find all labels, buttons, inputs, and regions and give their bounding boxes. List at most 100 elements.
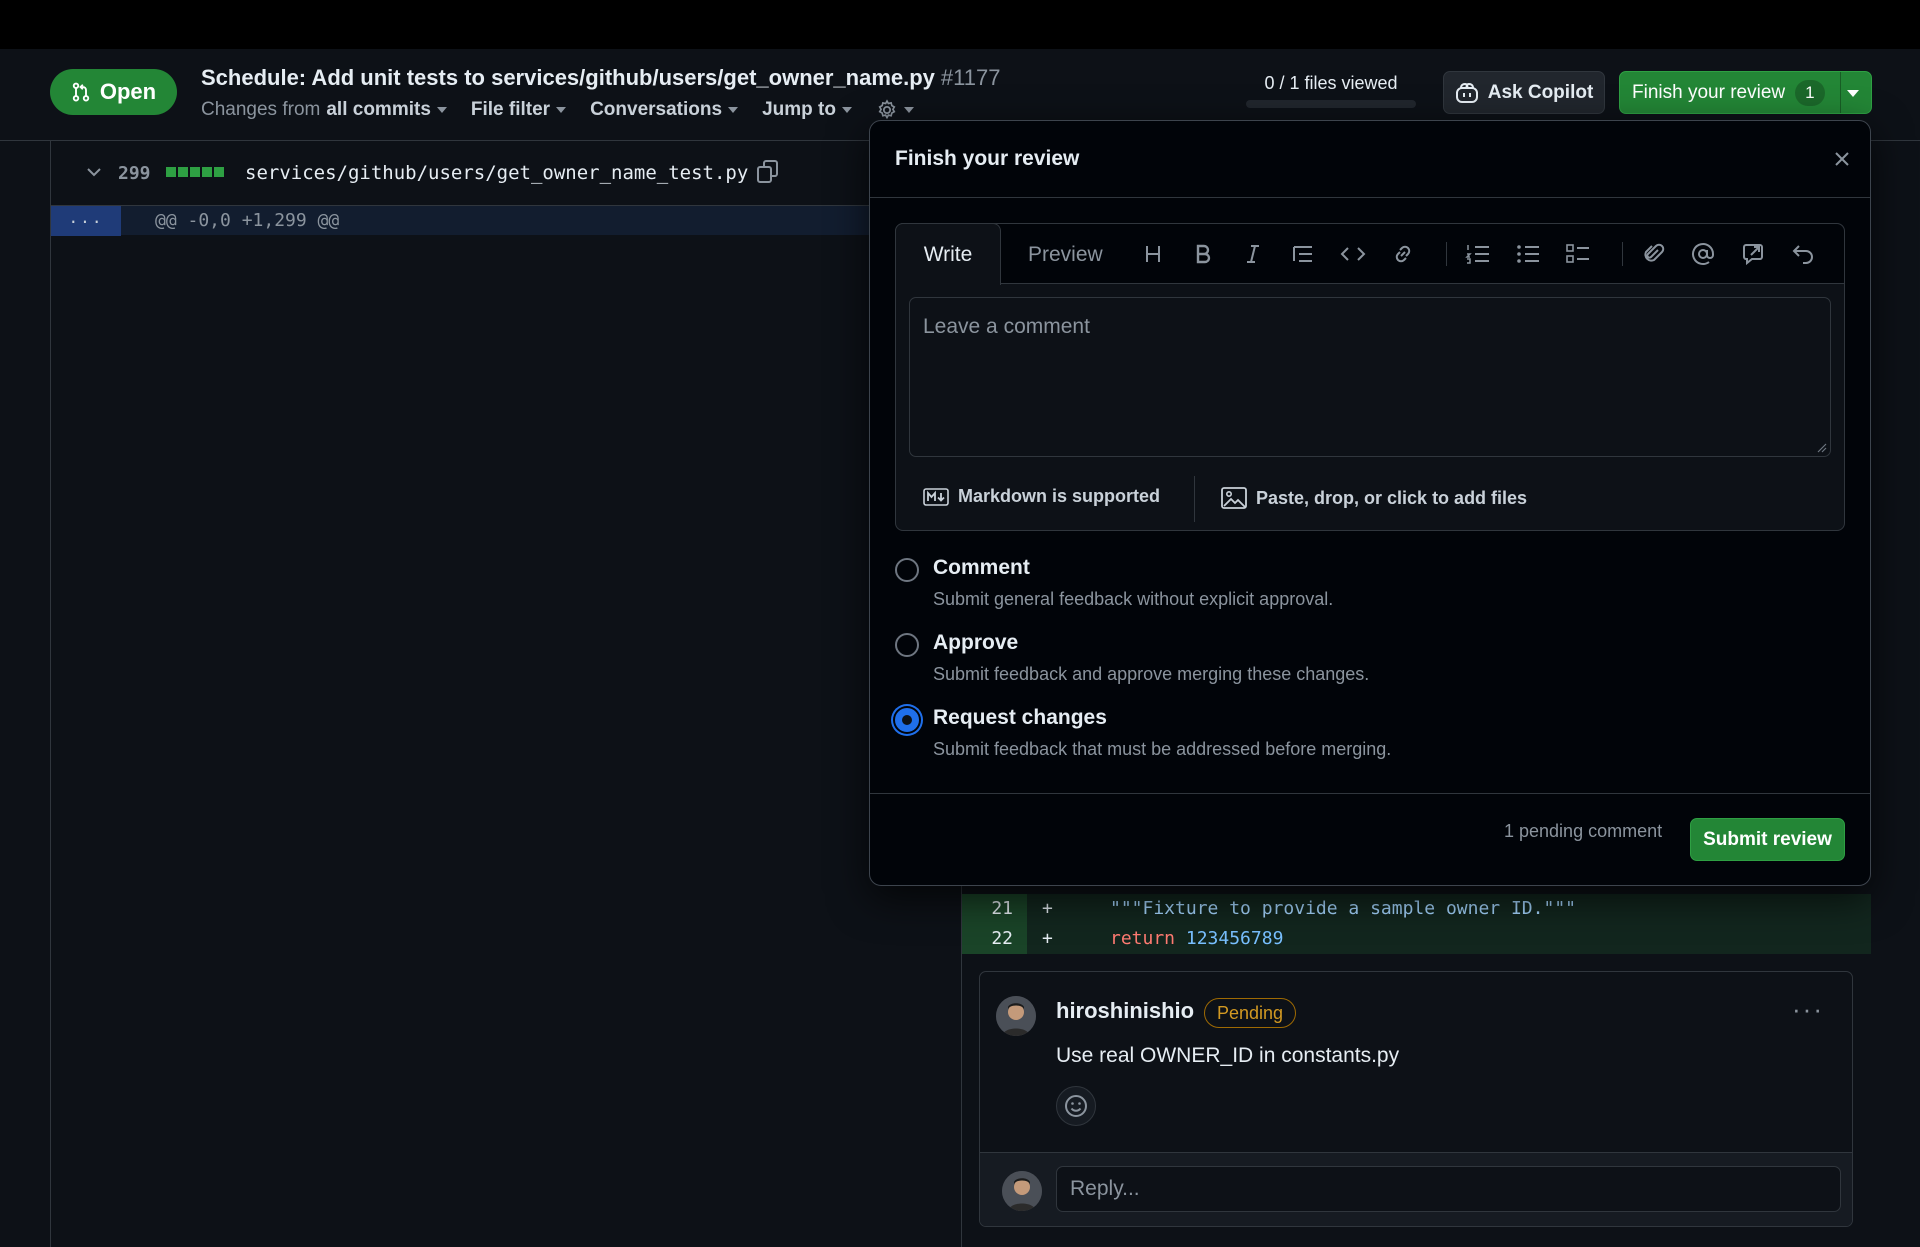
caret-down-icon [436,107,447,113]
pr-number[interactable]: #1177 [941,65,1001,90]
mention-icon[interactable] [1687,238,1719,270]
changed-line-count: 299 [118,163,151,184]
tab-preview[interactable]: Preview [1028,243,1103,267]
button-divider [1840,72,1841,113]
option-label: Approve [933,631,1019,654]
browser-top-bar [0,0,1920,49]
radio-request-changes[interactable] [895,708,919,732]
line-number[interactable]: 22 [962,924,1027,954]
diffstat-bar [166,167,224,177]
smiley-icon [1063,1093,1089,1119]
task-list-icon[interactable] [1562,238,1594,270]
diffstat-block [214,167,224,177]
pr-state-badge: Open [50,69,177,115]
added-sign: + [1042,898,1053,919]
radio-approve[interactable] [895,633,919,657]
footer-divider [1194,476,1195,522]
code-line: 22 + return 123456789 [962,924,1871,954]
code-number: 123456789 [1185,928,1284,949]
option-description: Submit general feedback without explicit… [933,589,1334,609]
diff-settings-dropdown[interactable] [876,99,914,121]
editor-footer: Markdown is supported Paste, drop, or cl… [896,466,1844,530]
diffstat-block [202,167,212,177]
reply-input[interactable]: Reply... [1056,1166,1841,1212]
caret-down-icon [556,107,567,113]
ask-copilot-button[interactable]: Ask Copilot [1443,71,1605,114]
attach-icon[interactable] [1637,238,1669,270]
submit-review-button[interactable]: Submit review [1690,818,1845,861]
pr-subnav: Changes from all commits File filter Con… [201,99,914,121]
copilot-icon [1455,82,1479,104]
diff-right-column: 21 + """Fixture to provide a sample owne… [961,884,1871,1247]
divider [870,793,1870,794]
avatar [1002,1171,1042,1211]
expand-hunk-button[interactable]: ... [51,206,121,236]
file-filter-dropdown[interactable]: File filter [470,99,567,121]
italic-icon[interactable] [1237,238,1269,270]
reply-row: Reply... [980,1152,1852,1226]
popover-title: Finish your review [895,147,1080,170]
finish-review-button[interactable]: Finish your review 1 [1619,71,1872,114]
finish-review-label: Finish your review [1632,81,1786,103]
code-line: 21 + """Fixture to provide a sample owne… [962,894,1871,924]
option-label: Comment [933,556,1030,579]
pull-request-icon [71,81,91,103]
added-sign: + [1042,928,1053,949]
markdown-supported-link[interactable]: Markdown is supported [923,486,1160,507]
radio-comment[interactable] [895,558,919,582]
ordered-list-icon[interactable] [1462,238,1494,270]
tab-write[interactable]: Write [895,223,1001,285]
diffstat-block [178,167,188,177]
line-number[interactable]: 21 [962,894,1027,924]
bold-icon[interactable] [1187,238,1219,270]
heading-icon[interactable] [1137,238,1169,270]
markdown-icon [923,487,949,506]
pending-badge: Pending [1204,998,1297,1028]
close-icon[interactable] [1833,150,1851,168]
pr-title-text: Schedule: Add unit tests to services/git… [201,65,935,90]
code-string: """Fixture to provide a sample owner ID.… [1110,898,1576,919]
code-icon[interactable] [1337,238,1369,270]
jump-to-dropdown[interactable]: Jump to [762,99,852,121]
quote-icon[interactable] [1287,238,1319,270]
files-viewed-progress-bar [1246,100,1416,108]
resize-handle-icon[interactable] [1817,443,1827,453]
chevron-down-icon[interactable] [85,165,103,179]
unordered-list-icon[interactable] [1512,238,1544,270]
pending-comment-count: 1 pending comment [1504,821,1663,841]
toolbar-divider [1446,242,1447,266]
option-label: Request changes [933,706,1107,729]
link-icon[interactable] [1387,238,1419,270]
file-filter-label: File filter [470,99,551,120]
conversations-dropdown[interactable]: Conversations [590,99,739,121]
add-reaction-button[interactable] [1056,1086,1096,1126]
undo-icon[interactable] [1787,238,1819,270]
divider [870,197,1870,198]
caret-down-icon [841,107,852,113]
caret-down-icon [1847,90,1859,97]
option-description: Submit feedback and approve merging thes… [933,664,1370,684]
changes-prefix: Changes from [201,99,321,120]
image-icon [1221,486,1247,510]
textarea-placeholder: Leave a comment [923,315,1090,338]
files-viewed-counter: 0 / 1 files viewed [1264,73,1398,93]
diffstat-block [166,167,176,177]
changes-from-dropdown[interactable]: Changes from all commits [201,99,447,121]
pr-state-label: Open [99,79,157,104]
copy-icon[interactable] [756,159,780,185]
diffstat-block [190,167,200,177]
gear-icon [876,99,898,121]
jump-to-label: Jump to [762,99,836,120]
file-path-link[interactable]: services/github/users/get_owner_name_tes… [245,162,748,184]
toolbar-divider [1622,242,1623,266]
reference-icon[interactable] [1737,238,1769,270]
comment-author[interactable]: hiroshinishio [1056,998,1194,1024]
more-options-button[interactable]: ··· [1792,994,1824,1025]
finish-review-popover: Finish your review Write Preview Leave a… [869,120,1871,886]
pending-count-badge: 1 [1795,79,1825,106]
comment-textarea[interactable]: Leave a comment [909,297,1831,457]
attach-note-label: Paste, drop, or click to add files [1256,487,1528,508]
avatar[interactable] [996,996,1036,1036]
add-files-button[interactable]: Paste, drop, or click to add files [1221,486,1527,510]
pr-title: Schedule: Add unit tests to services/git… [201,65,1000,91]
